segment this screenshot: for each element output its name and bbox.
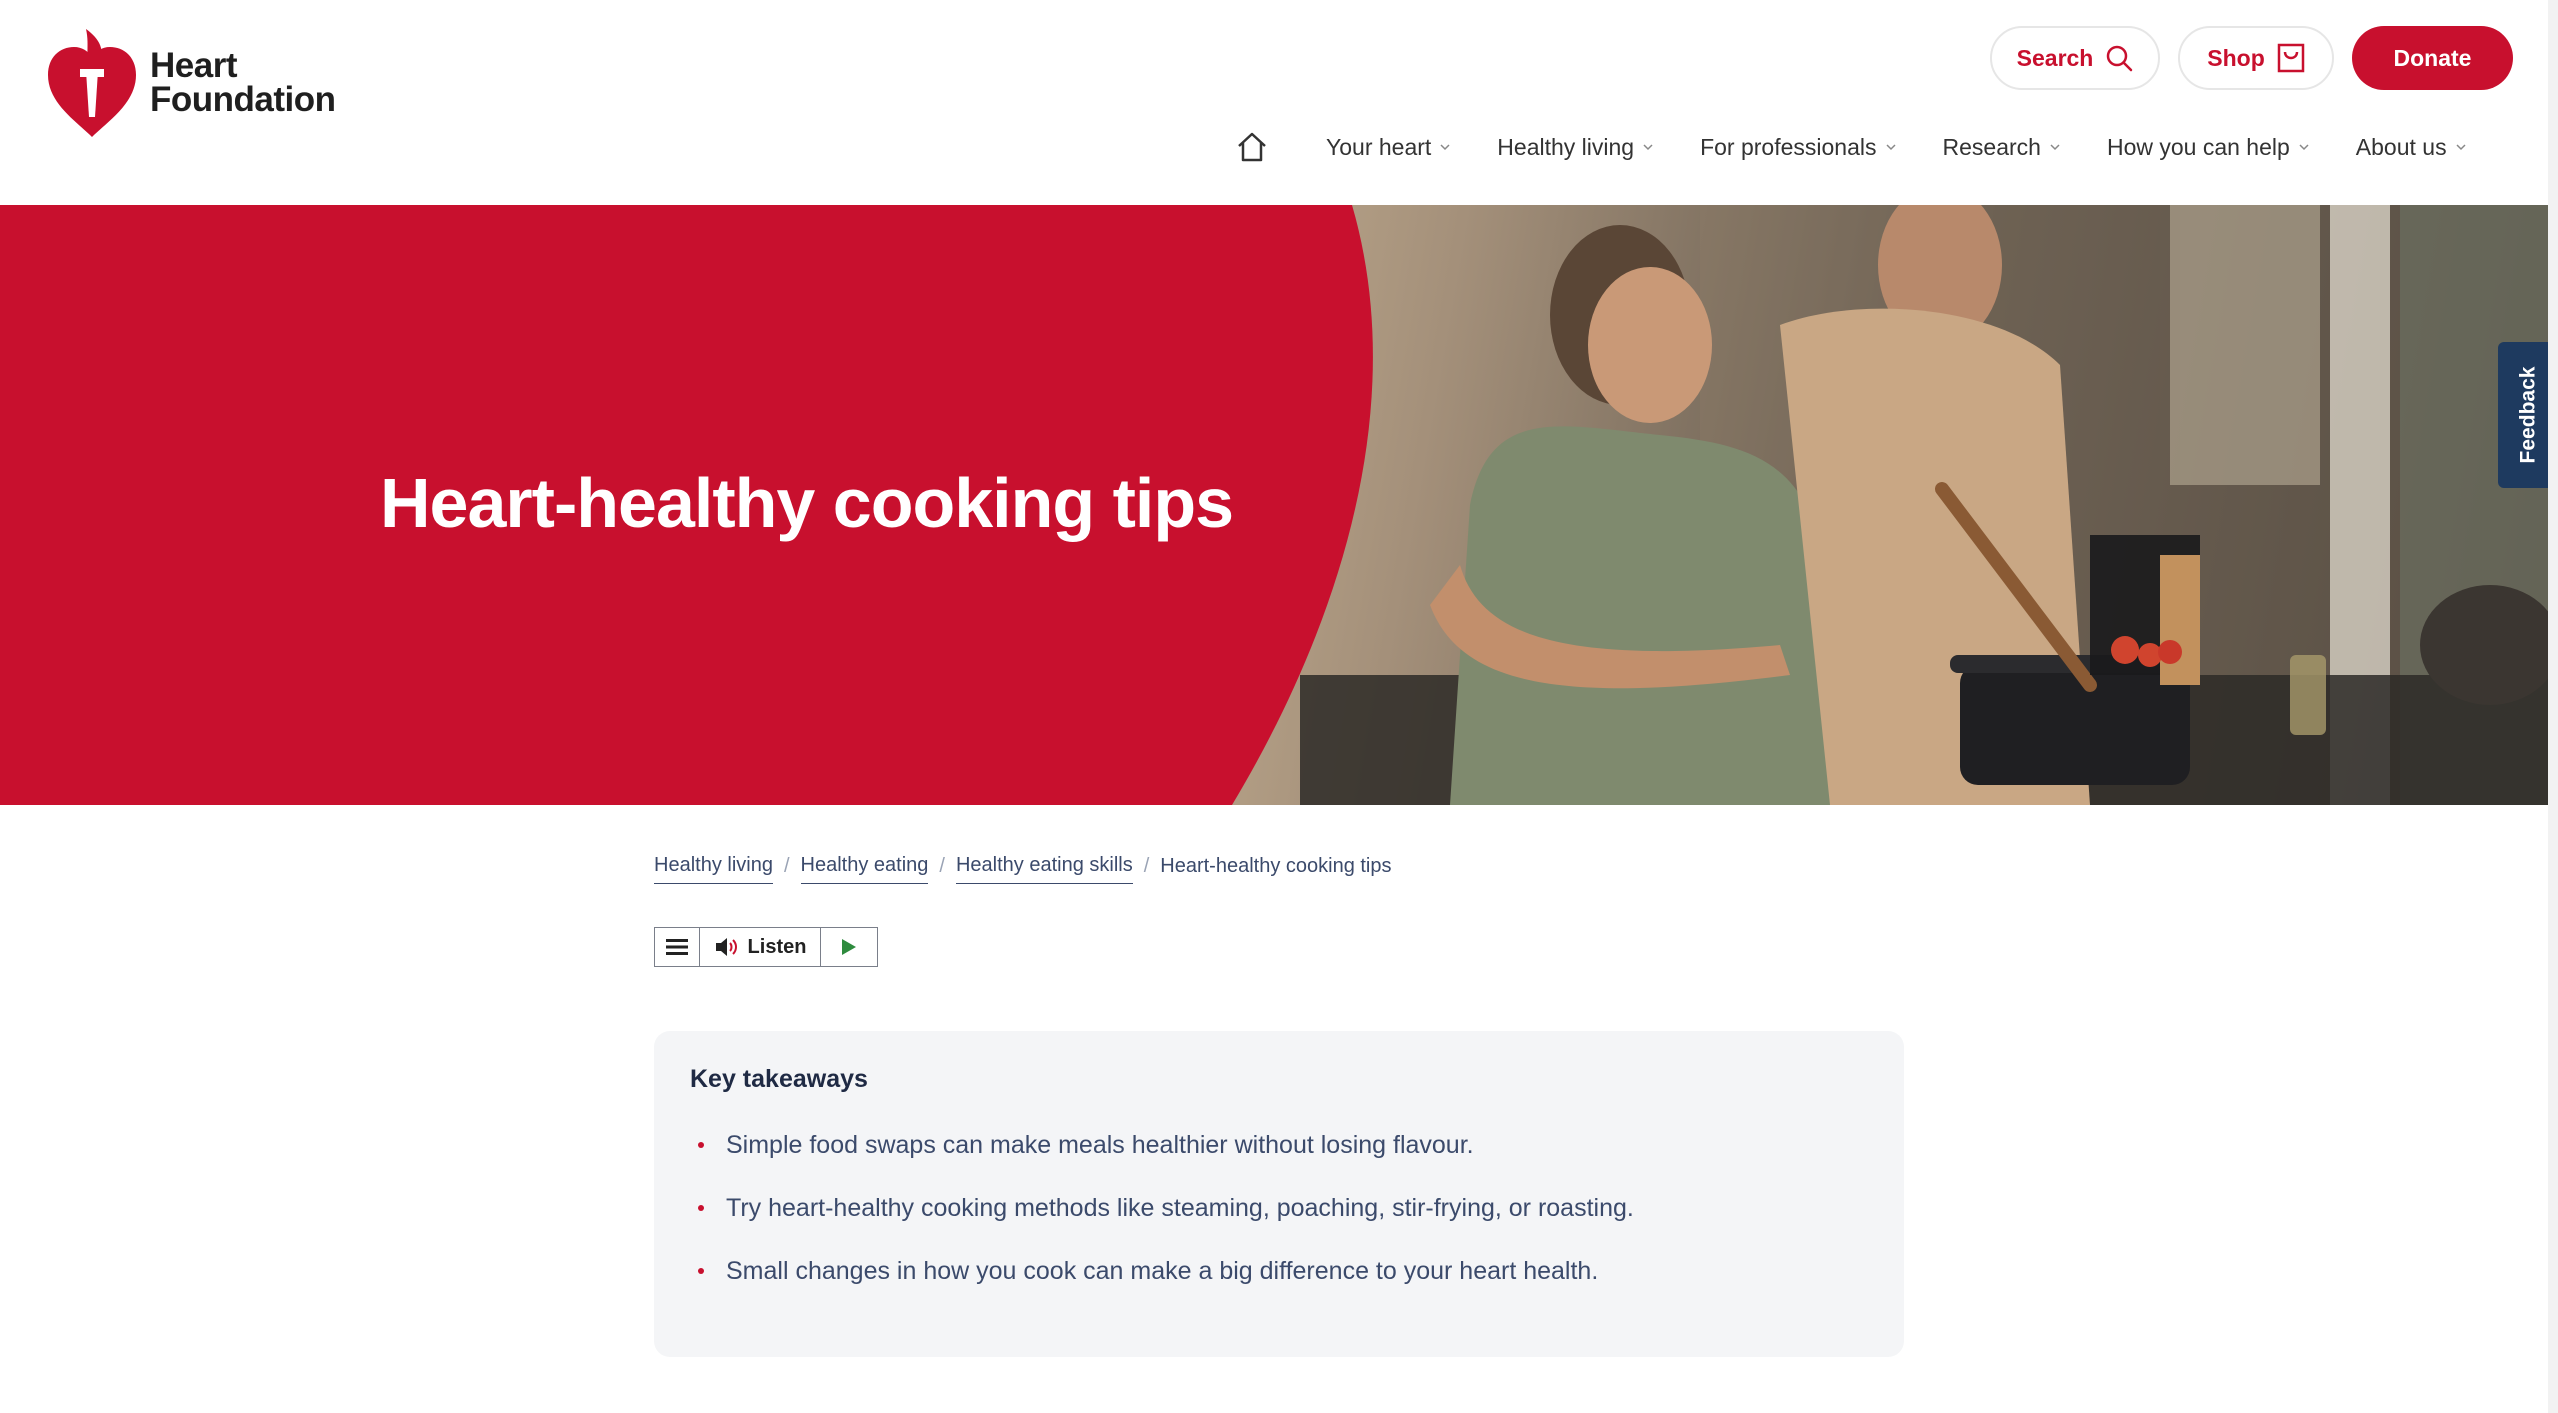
listen-button[interactable]: Listen [700,928,821,966]
nav-home-link[interactable] [1232,127,1272,167]
breadcrumb-link-healthy-living[interactable]: Healthy living [654,854,773,884]
list-item: Small changes in how you cook can make a… [690,1256,1868,1287]
chevron-down-icon [1440,144,1450,151]
nav-item-label: How you can help [2106,133,2290,160]
key-takeaways-box: Key takeaways Simple food swaps can make… [654,1031,1904,1357]
readspeaker-listen-widget: Listen [654,927,878,967]
list-item: Try heart-healthy cooking methods like s… [690,1193,1868,1224]
shop-button[interactable]: Shop [2178,26,2334,90]
nav-item-your-heart[interactable]: Your heart [1326,134,1451,161]
chevron-down-icon [2299,144,2309,151]
breadcrumb-link-healthy-eating[interactable]: Healthy eating [800,854,929,884]
donate-button[interactable]: Donate [2352,26,2513,90]
search-button[interactable]: Search [1990,26,2160,90]
shop-button-label: Shop [2207,44,2265,71]
breadcrumb: Healthy living / Healthy eating / Health… [654,854,1392,884]
page-title: Heart-healthy cooking tips [380,464,1234,542]
nav-item-about-us[interactable]: About us [2356,134,2467,161]
heart-torch-logo-icon [48,29,136,137]
feedback-tab-label: Feedback [2516,366,2540,464]
breadcrumb-separator: / [1143,854,1150,877]
page-scrollbar[interactable] [2548,0,2558,1413]
shopping-bag-icon [2277,43,2304,73]
search-button-label: Search [2016,44,2094,71]
donate-button-label: Donate [2393,44,2472,71]
hero-banner: Heart-healthy cooking tips [0,205,2558,805]
chevron-down-icon [2456,144,2466,151]
nav-item-label: About us [2355,133,2447,160]
breadcrumb-current: Heart-healthy cooking tips [1160,854,1392,877]
breadcrumb-link-healthy-eating-skills[interactable]: Healthy eating skills [955,854,1133,884]
heart-foundation-logo[interactable]: Heart Foundation [46,25,336,140]
nav-item-for-professionals[interactable]: For professionals [1700,134,1896,161]
chevron-down-icon [1643,144,1653,151]
nav-item-how-you-can-help[interactable]: How you can help [2107,134,2310,161]
nav-item-label: Your heart [1326,133,1432,160]
logo-text-heart: Heart [150,45,237,85]
search-icon [2107,45,2133,72]
listen-play-button[interactable] [821,928,877,966]
site-header: Heart Foundation Search Shop Donate Your… [0,0,2558,205]
speaker-icon [715,938,737,956]
listen-button-label: Listen [747,935,807,958]
nav-item-label: Research [1942,133,2041,160]
chevron-down-icon [2050,144,2060,151]
nav-item-label: Healthy living [1497,133,1635,160]
list-item: Simple food swaps can make meals healthi… [690,1130,1868,1161]
breadcrumb-separator: / [939,854,945,877]
nav-item-research[interactable]: Research [1943,134,2061,161]
key-takeaways-heading: Key takeaways [690,1065,868,1093]
main-navigation: Your heart Healthy living For profession… [1232,122,2467,172]
nav-item-label: For professionals [1700,133,1877,160]
play-icon [842,939,856,955]
listen-menu-button[interactable] [655,928,700,966]
nav-item-healthy-living[interactable]: Healthy living [1497,134,1654,161]
home-icon [1238,132,1266,162]
chevron-down-icon [1885,144,1896,151]
hamburger-menu-icon [666,939,688,955]
breadcrumb-separator: / [783,854,790,877]
logo-text-foundation: Foundation [150,79,336,119]
key-takeaways-list: Simple food swaps can make meals healthi… [690,1130,1868,1287]
